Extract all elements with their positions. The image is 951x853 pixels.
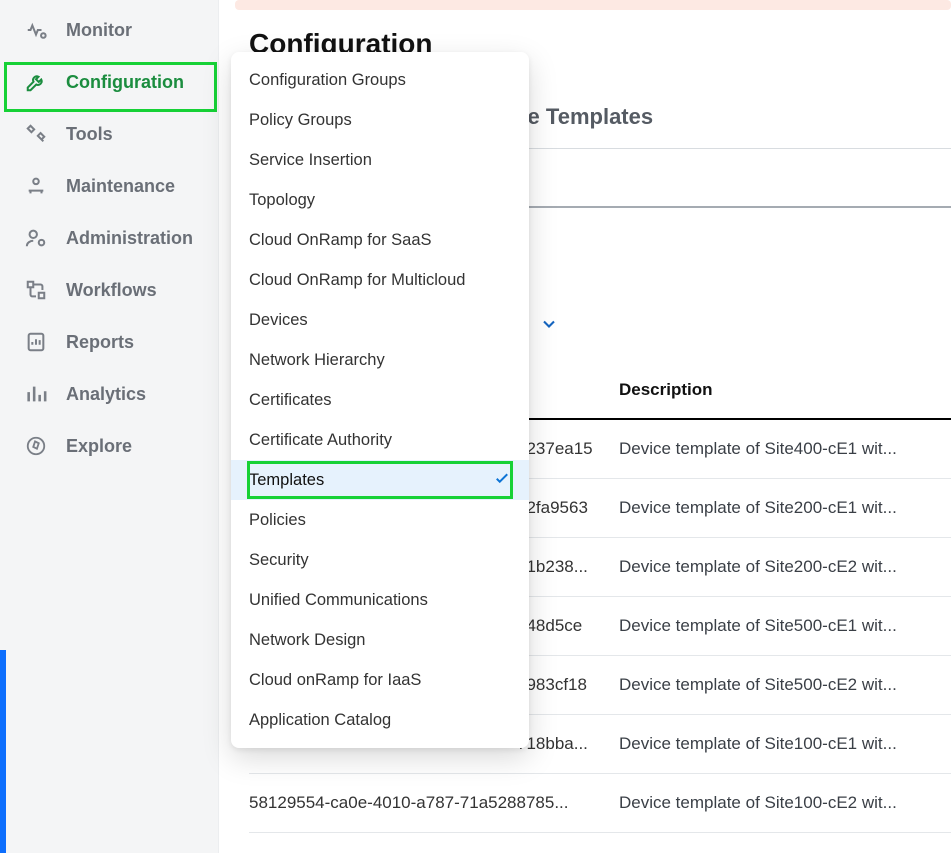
sidebar-item-label: Monitor bbox=[66, 20, 132, 41]
submenu-item-certificate-authority[interactable]: Certificate Authority ✓ bbox=[231, 420, 529, 460]
submenu-item-label: Security bbox=[249, 551, 309, 570]
submenu-item-label: Application Catalog bbox=[249, 711, 391, 730]
table-header-description[interactable]: Description bbox=[619, 380, 929, 400]
submenu-item-label: Cloud OnRamp for SaaS bbox=[249, 231, 432, 250]
submenu-item-network-hierarchy[interactable]: Network Hierarchy ✓ bbox=[231, 340, 529, 380]
submenu-item-policy-groups[interactable]: Policy Groups ✓ bbox=[231, 100, 529, 140]
sidebar-item-label: Maintenance bbox=[66, 176, 175, 197]
sidebar-item-reports[interactable]: Reports bbox=[0, 316, 218, 368]
sidebar-item-label: Explore bbox=[66, 436, 132, 457]
sidebar: Monitor Configuration Tools Maintenance bbox=[0, 0, 219, 853]
submenu-item-label: Policies bbox=[249, 511, 306, 530]
submenu-item-policies[interactable]: Policies ✓ bbox=[231, 500, 529, 540]
heartbeat-icon bbox=[24, 18, 48, 42]
sidebar-item-label: Configuration bbox=[66, 72, 184, 93]
submenu-item-label: Network Hierarchy bbox=[249, 351, 385, 370]
submenu-item-label: Templates bbox=[249, 471, 324, 490]
submenu-item-network-design[interactable]: Network Design ✓ bbox=[231, 620, 529, 660]
submenu-item-topology[interactable]: Topology ✓ bbox=[231, 180, 529, 220]
sidebar-item-label: Analytics bbox=[66, 384, 146, 405]
bar-chart-icon bbox=[24, 382, 48, 406]
submenu-item-label: Configuration Groups bbox=[249, 71, 406, 90]
sidebar-item-analytics[interactable]: Analytics bbox=[0, 368, 218, 420]
submenu-item-cloud-onramp-multicloud[interactable]: Cloud OnRamp for Multicloud ✓ bbox=[231, 260, 529, 300]
chevron-down-icon[interactable] bbox=[539, 314, 559, 339]
template-description-cell: Device template of Site200-cE2 wit... bbox=[619, 557, 929, 577]
submenu-item-label: Certificate Authority bbox=[249, 431, 392, 450]
submenu-item-label: Topology bbox=[249, 191, 315, 210]
configuration-submenu: Configuration Groups ✓ Policy Groups ✓ S… bbox=[231, 52, 529, 748]
submenu-item-cloud-onramp-iaas[interactable]: Cloud onRamp for IaaS ✓ bbox=[231, 660, 529, 700]
sidebar-item-label: Tools bbox=[66, 124, 113, 145]
template-description-cell: Device template of Site500-cE2 wit... bbox=[619, 675, 929, 695]
sidebar-item-tools[interactable]: Tools bbox=[0, 108, 218, 160]
sidebar-item-label: Reports bbox=[66, 332, 134, 353]
report-icon bbox=[24, 330, 48, 354]
compass-icon bbox=[24, 434, 48, 458]
gear-rack-icon bbox=[24, 174, 48, 198]
alert-banner bbox=[235, 0, 951, 10]
active-indicator-bar bbox=[0, 650, 6, 853]
submenu-item-cloud-onramp-saas[interactable]: Cloud OnRamp for SaaS ✓ bbox=[231, 220, 529, 260]
template-description-cell: Device template of Site100-cE2 wit... bbox=[619, 793, 929, 813]
template-description-cell: Device template of Site100-cE1 wit... bbox=[619, 734, 929, 754]
submenu-item-certificates[interactable]: Certificates ✓ bbox=[231, 380, 529, 420]
submenu-item-label: Cloud onRamp for IaaS bbox=[249, 671, 421, 690]
workflow-icon bbox=[24, 278, 48, 302]
sidebar-item-label: Workflows bbox=[66, 280, 157, 301]
submenu-item-label: Network Design bbox=[249, 631, 365, 650]
submenu-item-service-insertion[interactable]: Service Insertion ✓ bbox=[231, 140, 529, 180]
submenu-item-label: Cloud OnRamp for Multicloud bbox=[249, 271, 465, 290]
sidebar-item-configuration[interactable]: Configuration bbox=[0, 56, 218, 108]
template-id-cell: 58129554-ca0e-4010-a787-71a5288785... bbox=[249, 793, 619, 813]
sidebar-item-monitor[interactable]: Monitor bbox=[0, 4, 218, 56]
submenu-item-label: Policy Groups bbox=[249, 111, 352, 130]
submenu-item-configuration-groups[interactable]: Configuration Groups ✓ bbox=[231, 60, 529, 100]
submenu-item-label: Service Insertion bbox=[249, 151, 372, 170]
submenu-item-label: Certificates bbox=[249, 391, 332, 410]
template-description-cell: Device template of Site500-cE1 wit... bbox=[619, 616, 929, 636]
template-description-cell: Device template of Site200-cE1 wit... bbox=[619, 498, 929, 518]
tab-feature-templates-fragment[interactable]: re Templates bbox=[519, 104, 653, 130]
sidebar-item-maintenance[interactable]: Maintenance bbox=[0, 160, 218, 212]
submenu-item-label: Unified Communications bbox=[249, 591, 428, 610]
submenu-item-security[interactable]: Security ✓ bbox=[231, 540, 529, 580]
check-icon bbox=[493, 469, 511, 492]
wrench-icon bbox=[24, 70, 48, 94]
user-gear-icon bbox=[24, 226, 48, 250]
sidebar-item-explore[interactable]: Explore bbox=[0, 420, 218, 472]
submenu-item-devices[interactable]: Devices ✓ bbox=[231, 300, 529, 340]
submenu-item-unified-communications[interactable]: Unified Communications ✓ bbox=[231, 580, 529, 620]
table-row[interactable]: 58129554-ca0e-4010-a787-71a5288785... De… bbox=[249, 774, 951, 833]
submenu-item-label: Devices bbox=[249, 311, 308, 330]
submenu-item-application-catalog[interactable]: Application Catalog ✓ bbox=[231, 700, 529, 740]
sidebar-item-workflows[interactable]: Workflows bbox=[0, 264, 218, 316]
sidebar-item-administration[interactable]: Administration bbox=[0, 212, 218, 264]
sidebar-item-label: Administration bbox=[66, 228, 193, 249]
template-description-cell: Device template of Site400-cE1 wit... bbox=[619, 439, 929, 459]
tools-icon bbox=[24, 122, 48, 146]
app-root: Monitor Configuration Tools Maintenance bbox=[0, 0, 951, 853]
submenu-item-templates[interactable]: Templates bbox=[231, 460, 529, 500]
